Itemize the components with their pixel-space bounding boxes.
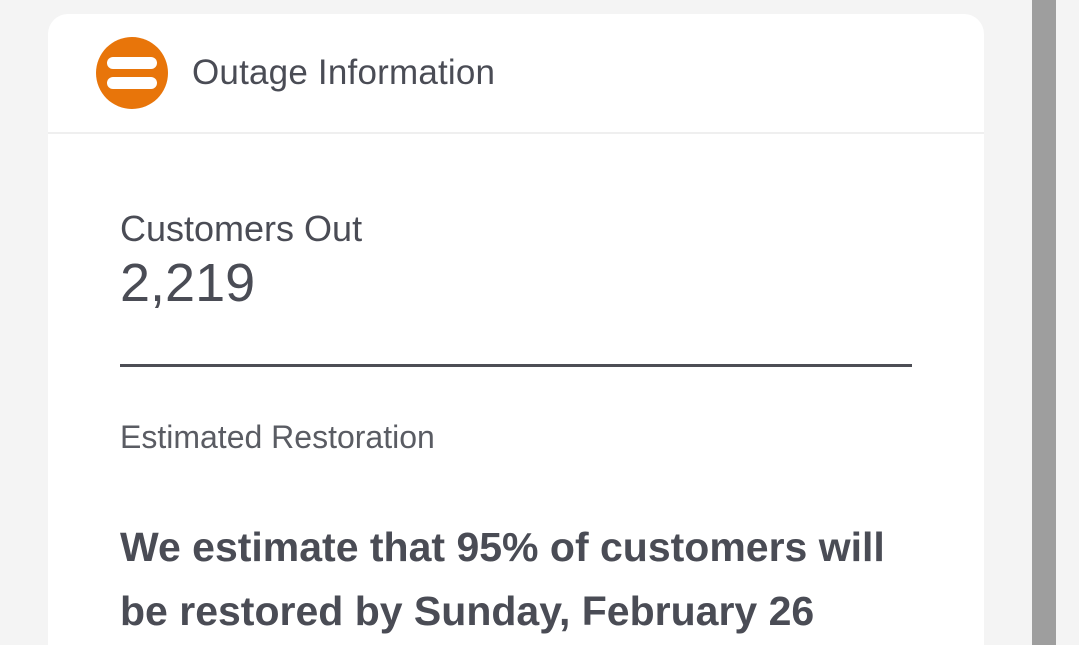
outage-icon-bar-top bbox=[107, 57, 157, 69]
card-title: Outage Information bbox=[192, 53, 496, 92]
page: Outage Information Customers Out 2,219 E… bbox=[0, 0, 1079, 645]
outage-icon bbox=[96, 37, 168, 109]
customers-out-label: Customers Out bbox=[120, 208, 363, 249]
outage-info-card: Outage Information Customers Out 2,219 E… bbox=[48, 14, 984, 645]
card-body: Customers Out 2,219 Estimated Restoratio… bbox=[48, 208, 984, 643]
section-divider bbox=[120, 364, 912, 367]
estimated-restoration-label: Estimated Restoration bbox=[120, 419, 435, 455]
estimated-restoration-text: We estimate that 95% of customers will b… bbox=[120, 524, 885, 634]
outage-icon-bar-bottom bbox=[107, 77, 157, 89]
card-header: Outage Information bbox=[48, 14, 984, 134]
customers-out-value: 2,219 bbox=[120, 253, 256, 313]
scrollbar[interactable] bbox=[1032, 0, 1056, 645]
